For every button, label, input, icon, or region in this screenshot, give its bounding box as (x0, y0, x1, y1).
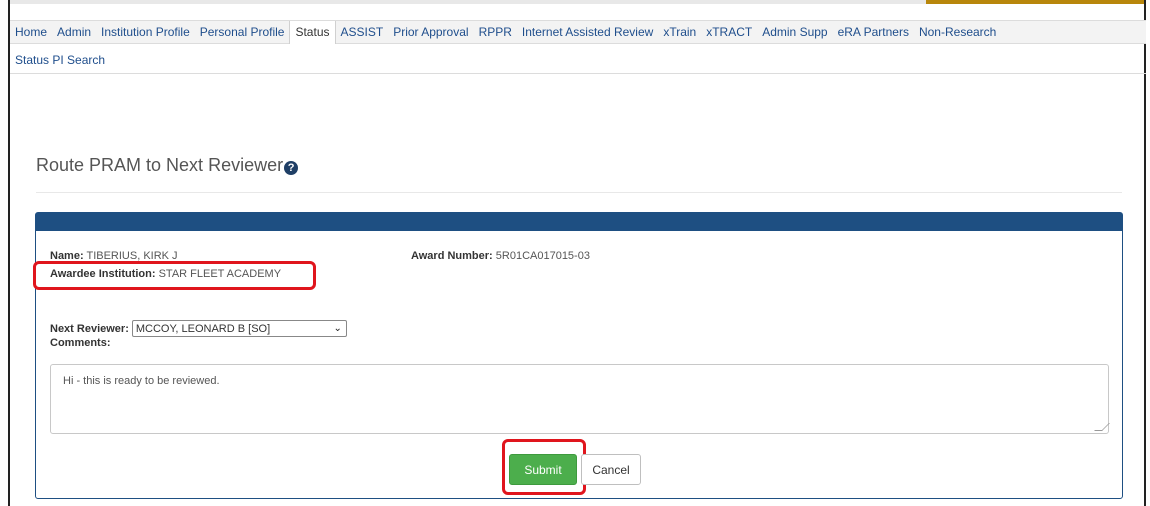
next-reviewer-select[interactable]: MCCOY, LEONARD B [SO] ⌄ (131, 320, 347, 337)
tab-home[interactable]: Home (10, 21, 52, 43)
cancel-button[interactable]: Cancel (581, 454, 641, 485)
subnav-status-pi-search[interactable]: Status PI Search (15, 53, 105, 67)
tab-era-partners[interactable]: eRA Partners (833, 21, 914, 43)
panel-header (36, 213, 1122, 231)
title-divider (36, 192, 1122, 193)
page-title-text: Route PRAM to Next Reviewer (36, 155, 284, 175)
chevron-down-icon: ⌄ (333, 323, 342, 334)
main-nav: Home Admin Institution Profile Personal … (10, 20, 1146, 44)
award-number-value: 5R01CA017015-03 (495, 250, 590, 262)
tab-assist[interactable]: ASSIST (336, 21, 389, 43)
page-title: Route PRAM to Next Reviewer ? (36, 155, 299, 176)
resize-handle-icon[interactable] (1094, 423, 1110, 431)
tab-personal-profile[interactable]: Personal Profile (195, 21, 290, 43)
tab-rppr[interactable]: RPPR (474, 21, 517, 43)
tab-non-research[interactable]: Non-Research (914, 21, 1001, 43)
next-reviewer-value: MCCOY, LEONARD B [SO] (135, 322, 271, 335)
comments-text: Hi - this is ready to be reviewed. (63, 375, 220, 387)
tab-admin-supp[interactable]: Admin Supp (757, 21, 832, 43)
next-reviewer-label: Next Reviewer: (50, 322, 129, 335)
tab-xtract[interactable]: xTRACT (701, 21, 757, 43)
award-number-label: Award Number: (411, 250, 493, 262)
comments-textarea[interactable]: Hi - this is ready to be reviewed. (50, 364, 1110, 434)
help-icon[interactable]: ? (284, 160, 299, 175)
sub-nav: Status PI Search (10, 43, 1146, 74)
comments-label: Comments: (50, 337, 111, 349)
route-panel: Name: TIBERIUS, KIRK J Award Number: 5R0… (33, 212, 1123, 499)
submit-button[interactable]: Submit (509, 454, 577, 485)
award-number-field: Award Number: 5R01CA017015-03 (411, 250, 590, 262)
tab-institution-profile[interactable]: Institution Profile (96, 21, 195, 43)
next-reviewer-row: Next Reviewer: MCCOY, LEONARD B [SO] ⌄ (50, 320, 347, 337)
tab-internet-assisted-review[interactable]: Internet Assisted Review (517, 21, 658, 43)
institution-highlight (33, 261, 316, 290)
tab-admin[interactable]: Admin (52, 21, 96, 43)
tab-status[interactable]: Status (289, 21, 336, 44)
tab-prior-approval[interactable]: Prior Approval (388, 21, 473, 43)
tab-xtrain[interactable]: xTrain (658, 21, 701, 43)
